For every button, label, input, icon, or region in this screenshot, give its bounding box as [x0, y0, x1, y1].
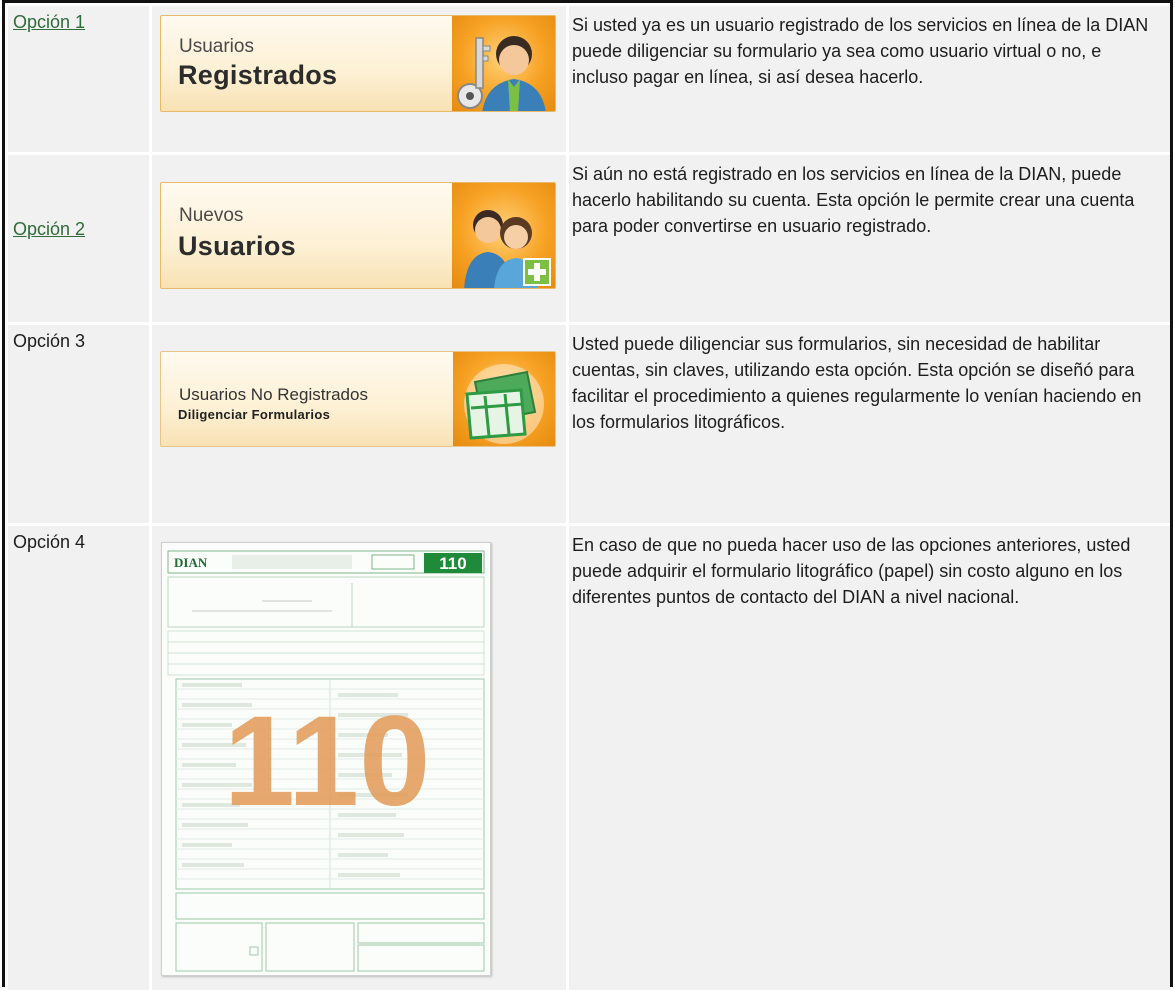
form-110-image: DIAN 110 110 — [161, 542, 491, 976]
registered-users-banner[interactable]: Usuarios Registrados — [160, 15, 556, 112]
option-description: Si aún no está registrado en los servici… — [572, 164, 1135, 236]
option-1-link[interactable]: Opción 1 — [13, 12, 85, 32]
forms-icon — [453, 352, 555, 446]
form-watermark: 110 — [224, 690, 431, 833]
banner-cell: Usuarios No Registrados Diligenciar Form… — [152, 325, 566, 523]
option-description: Usted puede diligenciar sus formularios,… — [572, 334, 1142, 432]
banner-line2: Usuarios — [178, 231, 296, 261]
banner-line1: Usuarios No Registrados — [179, 385, 368, 404]
option-row-4: Opción 4 DIAN 110 110 En caso de que no … — [5, 526, 1170, 990]
option-description-cell: En caso de que no pueda hacer uso de las… — [569, 526, 1170, 990]
option-label-cell: Opción 2 — [8, 155, 149, 322]
option-3-label: Opción 3 — [13, 331, 86, 351]
option-2-link[interactable]: Opción 2 — [13, 219, 85, 239]
banner-line2: Diligenciar Formularios — [178, 407, 331, 422]
option-description-cell: Si usted ya es un usuario registrado de … — [569, 6, 1170, 152]
option-label-cell: Opción 4 — [8, 526, 149, 990]
banner-line2: Registrados — [178, 60, 338, 90]
form-number: 110 — [439, 554, 466, 573]
option-row-3: Opción 3 Usuarios No Registrados Diligen… — [5, 325, 1170, 523]
option-row-1: Opción 1 Usuarios Registrados Si usted y… — [5, 6, 1170, 152]
option-label-cell: Opción 1 — [8, 6, 149, 152]
form-logo: DIAN — [174, 555, 208, 570]
option-4-label: Opción 4 — [13, 532, 86, 552]
add-users-icon — [452, 183, 555, 288]
form-cell: DIAN 110 110 — [152, 526, 566, 990]
new-users-banner[interactable]: Nuevos Usuarios — [160, 182, 556, 289]
option-description: Si usted ya es un usuario registrado de … — [572, 15, 1149, 87]
user-key-icon — [452, 16, 555, 111]
option-row-2: Opción 2 Nuevos Usuarios Si aún no está … — [5, 155, 1170, 322]
banner-line1: Nuevos — [179, 205, 244, 226]
banner-line1: Usuarios — [179, 36, 254, 57]
option-description: En caso de que no pueda hacer uso de las… — [572, 535, 1131, 607]
options-table: Opción 1 Usuarios Registrados Si usted y… — [2, 0, 1173, 990]
banner-cell: Nuevos Usuarios — [152, 155, 566, 322]
non-registered-users-banner[interactable]: Usuarios No Registrados Diligenciar Form… — [160, 351, 556, 447]
banner-cell: Usuarios Registrados — [152, 6, 566, 152]
option-description-cell: Usted puede diligenciar sus formularios,… — [569, 325, 1170, 523]
option-description-cell: Si aún no está registrado en los servici… — [569, 155, 1170, 322]
option-label-cell: Opción 3 — [8, 325, 149, 523]
